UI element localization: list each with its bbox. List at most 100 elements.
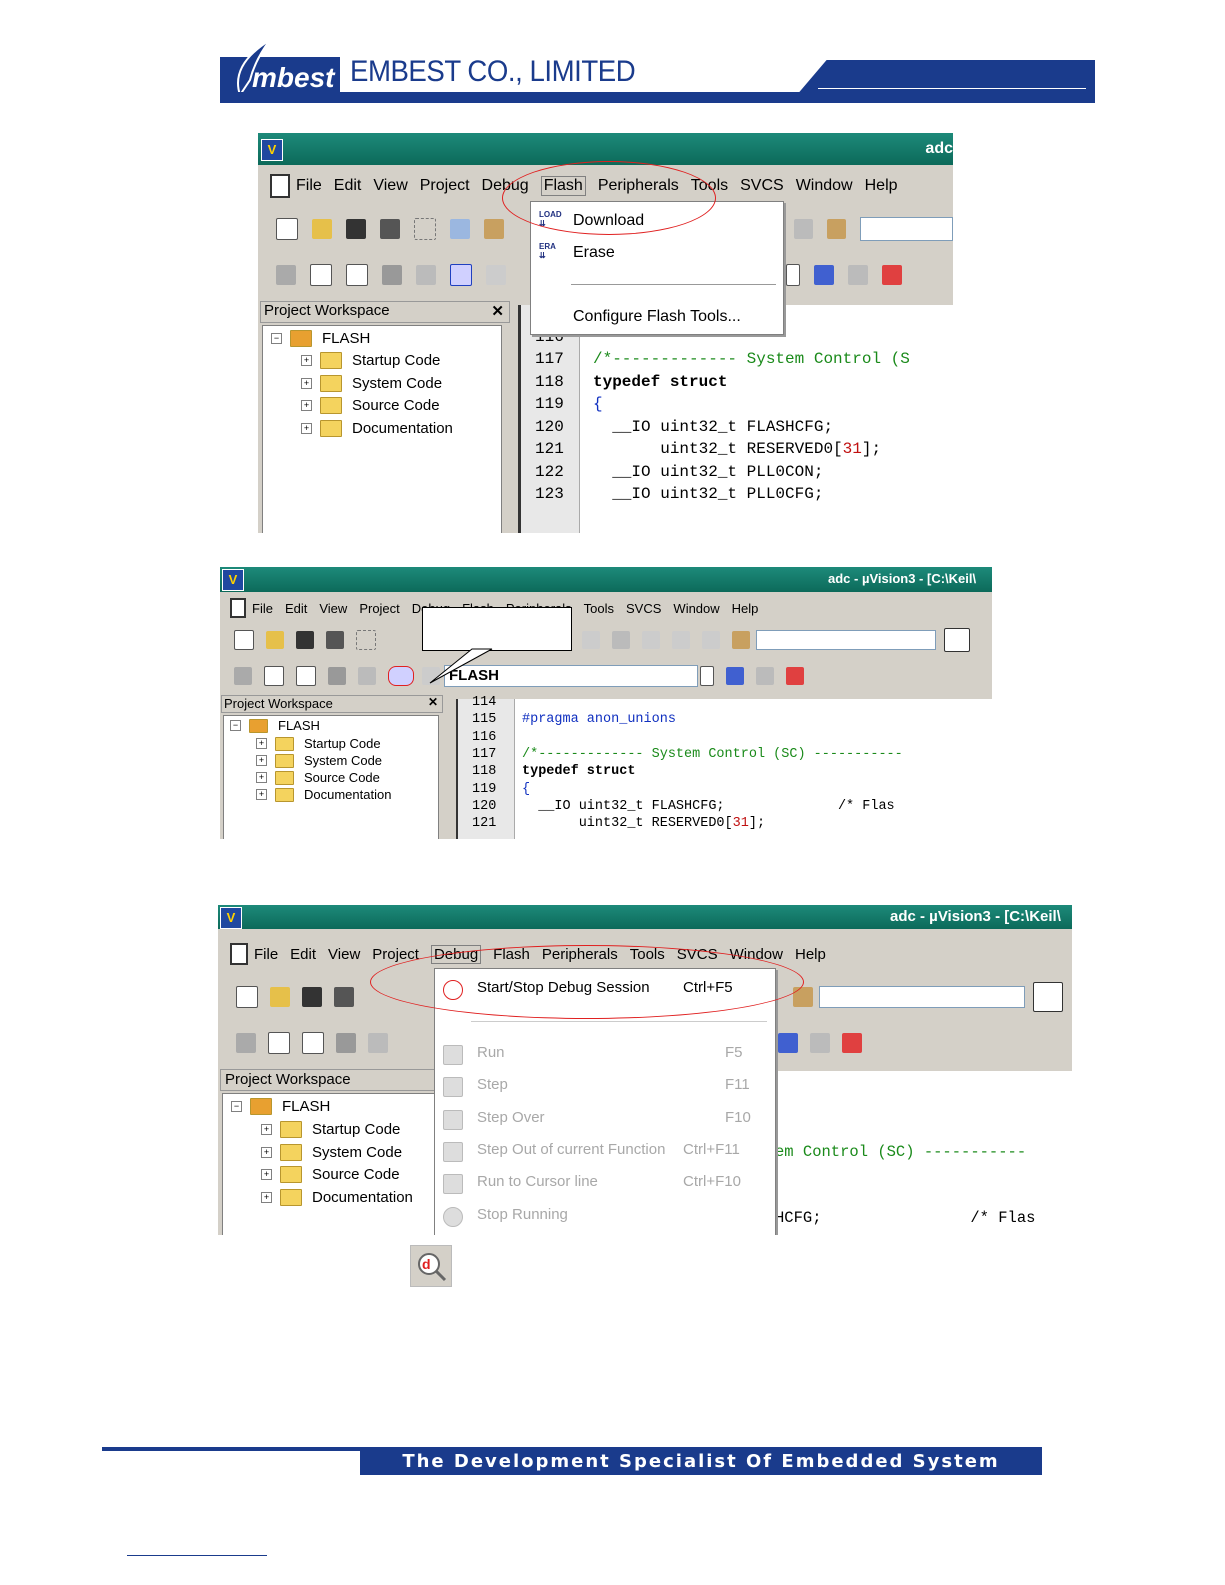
bookmark-icon[interactable] bbox=[612, 631, 630, 649]
multi-project-icon[interactable] bbox=[814, 265, 834, 285]
build-icon[interactable] bbox=[310, 264, 332, 286]
target-options-icon[interactable] bbox=[486, 265, 506, 285]
windows-icon[interactable] bbox=[810, 1033, 830, 1053]
compile-icon[interactable] bbox=[236, 1033, 256, 1053]
menu-help[interactable]: Help bbox=[732, 601, 759, 616]
expand-icon[interactable]: + bbox=[256, 755, 267, 766]
menu-project[interactable]: Project bbox=[420, 177, 470, 195]
tree-root[interactable]: − FLASH bbox=[231, 1098, 330, 1115]
find-input[interactable] bbox=[860, 217, 953, 241]
menu-view[interactable]: View bbox=[373, 177, 407, 195]
tree-item[interactable]: + System Code bbox=[256, 753, 382, 768]
find-input[interactable] bbox=[756, 630, 936, 650]
menu-view[interactable]: View bbox=[319, 601, 347, 616]
find-in-files-icon[interactable] bbox=[732, 631, 750, 649]
compile-icon[interactable] bbox=[234, 667, 252, 685]
combo-arrow-icon[interactable] bbox=[700, 666, 714, 686]
copy-icon[interactable] bbox=[450, 219, 470, 239]
menu-tools[interactable]: Tools bbox=[584, 601, 614, 616]
multi-project-icon[interactable] bbox=[778, 1033, 798, 1053]
config-icon[interactable] bbox=[842, 1033, 862, 1053]
expand-icon[interactable]: + bbox=[301, 423, 312, 434]
bookmark-prev-icon[interactable] bbox=[642, 631, 660, 649]
batch-build-icon[interactable] bbox=[336, 1033, 356, 1053]
menu-view[interactable]: View bbox=[328, 946, 360, 963]
rebuild-icon[interactable] bbox=[346, 264, 368, 286]
expand-icon[interactable]: + bbox=[256, 772, 267, 783]
download-load-icon[interactable] bbox=[450, 264, 472, 286]
build-icon[interactable] bbox=[268, 1032, 290, 1054]
expand-icon[interactable]: + bbox=[301, 355, 312, 366]
binoculars-icon[interactable] bbox=[1033, 982, 1063, 1012]
menu-edit[interactable]: Edit bbox=[285, 601, 307, 616]
windows-icon[interactable] bbox=[848, 265, 868, 285]
open-folder-icon[interactable] bbox=[312, 219, 332, 239]
expand-icon[interactable]: + bbox=[256, 789, 267, 800]
save-icon[interactable] bbox=[346, 219, 366, 239]
find-input[interactable] bbox=[819, 986, 1025, 1008]
tree-root[interactable]: − FLASH bbox=[230, 718, 320, 733]
menu-help[interactable]: Help bbox=[795, 946, 826, 963]
rebuild-icon[interactable] bbox=[302, 1032, 324, 1054]
clear-bookmarks-icon[interactable] bbox=[702, 631, 720, 649]
outdent-icon[interactable] bbox=[582, 631, 600, 649]
tree-item[interactable]: + Source Code bbox=[261, 1166, 400, 1183]
batch-build-icon[interactable] bbox=[382, 265, 402, 285]
cut-icon[interactable] bbox=[414, 218, 436, 240]
tree-item[interactable]: + System Code bbox=[261, 1144, 402, 1161]
menu-window[interactable]: Window bbox=[673, 601, 719, 616]
menu-file[interactable]: File bbox=[252, 601, 273, 616]
expand-icon[interactable]: + bbox=[301, 400, 312, 411]
expand-icon[interactable]: + bbox=[256, 738, 267, 749]
code-editor[interactable]: em Control (SC) ----------- HCFG; /* Fla… bbox=[773, 1071, 1072, 1235]
menu-svcs[interactable]: SVCS bbox=[740, 177, 784, 195]
expand-icon[interactable]: + bbox=[261, 1192, 272, 1203]
tree-item[interactable]: + Source Code bbox=[301, 397, 440, 414]
config-icon[interactable] bbox=[786, 667, 804, 685]
menu-file[interactable]: File bbox=[254, 946, 278, 963]
tree-item[interactable]: + Documentation bbox=[256, 787, 391, 802]
open-folder-icon[interactable] bbox=[270, 987, 290, 1007]
save-all-icon[interactable] bbox=[334, 987, 354, 1007]
new-file-icon[interactable] bbox=[276, 218, 298, 240]
stop-build-icon[interactable] bbox=[358, 667, 376, 685]
menu-file[interactable]: File bbox=[296, 177, 322, 195]
menu-window[interactable]: Window bbox=[796, 177, 853, 195]
rebuild-icon[interactable] bbox=[296, 666, 316, 686]
windows-icon[interactable] bbox=[756, 667, 774, 685]
expand-icon[interactable]: + bbox=[301, 378, 312, 389]
tree-item[interactable]: + Documentation bbox=[301, 420, 453, 437]
config-icon[interactable] bbox=[882, 265, 902, 285]
compile-icon[interactable] bbox=[276, 265, 296, 285]
multi-project-icon[interactable] bbox=[726, 667, 744, 685]
paste-icon[interactable] bbox=[484, 219, 504, 239]
menu-item-configure-flash-tools[interactable]: Configure Flash Tools... bbox=[573, 308, 741, 326]
save-icon[interactable] bbox=[302, 987, 322, 1007]
tree-item[interactable]: + Startup Code bbox=[256, 736, 381, 751]
expand-icon[interactable]: + bbox=[261, 1147, 272, 1158]
save-icon[interactable] bbox=[296, 631, 314, 649]
menu-edit[interactable]: Edit bbox=[290, 946, 316, 963]
expand-icon[interactable]: + bbox=[261, 1124, 272, 1135]
close-icon[interactable]: ✕ bbox=[491, 302, 504, 320]
collapse-icon[interactable]: − bbox=[231, 1101, 242, 1112]
menu-svcs[interactable]: SVCS bbox=[626, 601, 661, 616]
expand-icon[interactable]: + bbox=[261, 1169, 272, 1180]
menu-help[interactable]: Help bbox=[865, 177, 898, 195]
open-folder-icon[interactable] bbox=[266, 631, 284, 649]
batch-build-icon[interactable] bbox=[328, 667, 346, 685]
collapse-icon[interactable]: − bbox=[271, 333, 282, 344]
close-icon[interactable]: ✕ bbox=[428, 695, 438, 709]
tree-item[interactable]: + Documentation bbox=[261, 1189, 413, 1206]
menu-item-erase[interactable]: Erase bbox=[573, 244, 615, 262]
save-all-icon[interactable] bbox=[326, 631, 344, 649]
collapse-icon[interactable]: − bbox=[230, 720, 241, 731]
tree-item[interactable]: + Startup Code bbox=[301, 352, 440, 369]
download-load-icon[interactable] bbox=[388, 666, 414, 686]
code-editor[interactable]: 114 115 #pragma anon_unions 116 117 /*-------… bbox=[456, 695, 992, 839]
combo-arrow-icon[interactable] bbox=[786, 264, 800, 286]
save-all-icon[interactable] bbox=[380, 219, 400, 239]
bookmark-icon[interactable] bbox=[794, 219, 814, 239]
tree-root[interactable]: − FLASH bbox=[271, 330, 370, 347]
find-in-files-icon[interactable] bbox=[827, 219, 847, 239]
